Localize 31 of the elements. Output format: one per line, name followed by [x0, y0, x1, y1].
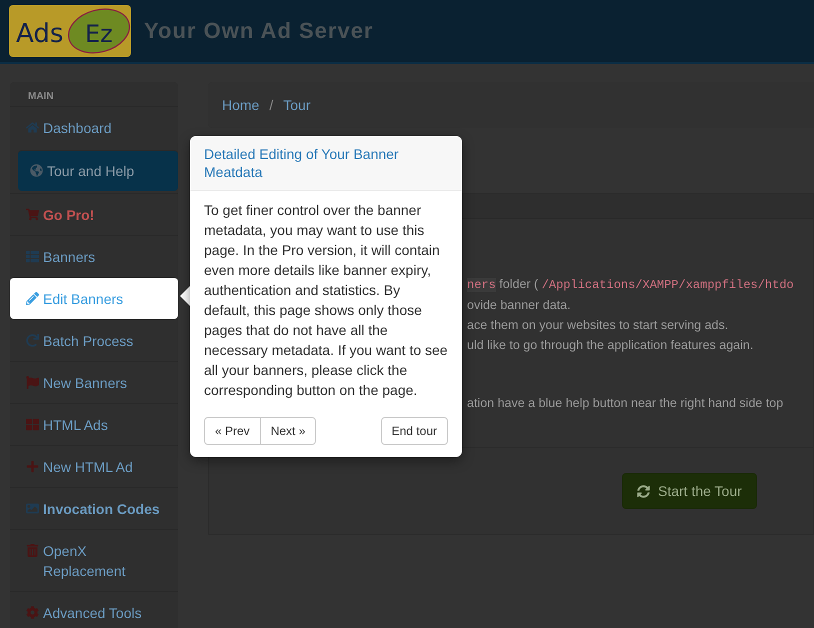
end-tour-button[interactable]: End tour — [380, 417, 448, 445]
sidebar-item[interactable]: Edit Banners — [10, 277, 178, 319]
body-text: folder ( — [499, 277, 538, 291]
sidebar-item[interactable]: Tour and Help — [18, 150, 178, 191]
sidebar-item[interactable]: HTML Ads — [10, 403, 178, 445]
breadcrumb-link[interactable]: Home — [222, 97, 260, 113]
body-text: uld like to go through the application features again. — [467, 337, 754, 354]
code-text: ners — [467, 278, 496, 292]
refresh-icon — [637, 484, 650, 498]
sidebar-item[interactable]: Go Pro! — [10, 193, 178, 235]
logo: Ads Ez — [8, 4, 132, 58]
sidebar-item[interactable]: Advanced Tools — [10, 591, 178, 628]
sidebar-heading: MAIN — [27, 90, 55, 104]
sidebar-item[interactable]: New HTML Ad — [10, 445, 178, 487]
sidebar-item[interactable]: OpenX Replacement — [10, 529, 178, 591]
sidebar-item[interactable]: Invocation Codes — [10, 487, 178, 529]
popover-title: Detailed Editing of Your Banner Meatdata — [190, 136, 462, 191]
sidebar-item[interactable]: New Banners — [10, 361, 178, 403]
popover-text: To get finer control over the banner metadata, you may want to use this page. In the Pro version, it will contain even more details like banner expiry, authentication and statistics. By default, this page shows only those pages that do not have all the necessary metadata. If you want to see all your banners, please click the corresponding button on the page. — [203, 201, 449, 400]
sidebar-item[interactable]: Batch Process — [10, 319, 178, 361]
breadcrumb-separator: / — [269, 97, 274, 113]
breadcrumb-link[interactable]: Tour — [283, 97, 310, 113]
app-title: Your Own Ad Server — [144, 18, 374, 44]
body-text: ovide banner data. — [467, 297, 571, 314]
sidebar-item[interactable]: Dashboard — [10, 106, 178, 148]
code-text: /Applications/XAMPP/xamppfiles/htdo — [542, 278, 794, 292]
next-button[interactable]: Next » — [260, 417, 316, 445]
body-text: ation have a blue help button near the right hand side top — [467, 395, 784, 412]
body-text: ace them on your websites to start serving ads. — [467, 317, 728, 334]
prev-button[interactable]: « Prev — [204, 417, 261, 445]
start-tour-button[interactable]: Start the Tour — [622, 473, 757, 509]
